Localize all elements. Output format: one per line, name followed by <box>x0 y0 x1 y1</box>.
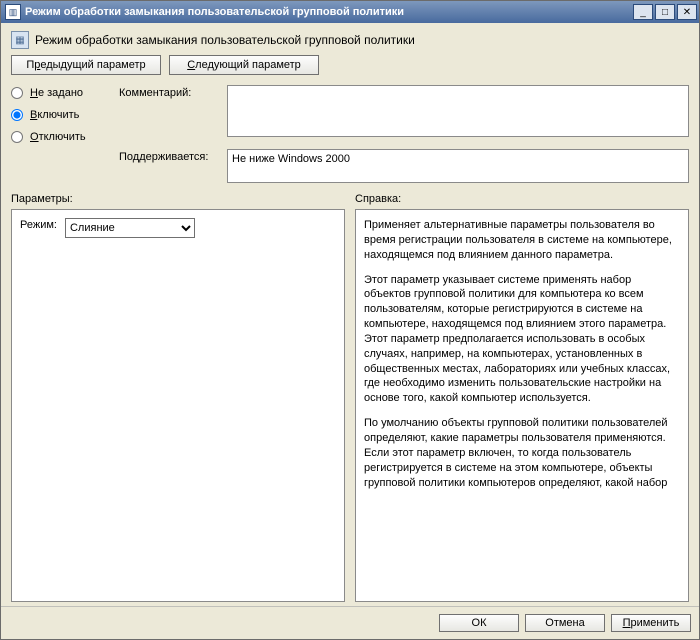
comment-textarea[interactable] <box>227 85 689 137</box>
nav-prev-post: едыдущий параметр <box>40 59 145 71</box>
radio-disabled[interactable]: Отключить <box>11 131 111 143</box>
radio-not-configured-label: Не задано <box>30 87 83 99</box>
apply-post: рименить <box>630 617 679 629</box>
mode-select[interactable]: Слияние <box>65 218 195 238</box>
options-label: Параметры: <box>11 193 345 205</box>
nav-next-post: ледующий параметр <box>195 59 301 71</box>
dialog-footer: ОК Отмена Применить <box>1 606 699 639</box>
dialog-body: ▦ Режим обработки замыкания пользователь… <box>1 23 699 606</box>
radio-disabled-label: Отключить <box>30 131 86 143</box>
nav-next-ul: С <box>187 59 195 71</box>
config-row-supported: Поддерживается: Не ниже Windows 2000 <box>11 149 689 183</box>
navigation-buttons: Предыдущий параметр Следующий параметр <box>11 55 689 75</box>
supported-text[interactable]: Не ниже Windows 2000 <box>227 149 689 183</box>
help-body[interactable]: Применяет альтернативные параметры польз… <box>355 209 689 602</box>
minimize-button[interactable]: _ <box>633 4 653 20</box>
radio-not-configured[interactable]: Не задано <box>11 87 111 99</box>
radio-not-configured-input[interactable] <box>11 87 23 99</box>
help-pane: Справка: Применяет альтернативные параме… <box>355 193 689 602</box>
previous-setting-button[interactable]: Предыдущий параметр <box>11 55 161 75</box>
maximize-button[interactable]: □ <box>655 4 675 20</box>
policy-heading: ▦ Режим обработки замыкания пользователь… <box>11 31 689 49</box>
next-setting-button[interactable]: Следующий параметр <box>169 55 319 75</box>
config-row-comment: Не задано Включить Отключить Комментарий… <box>11 85 689 143</box>
ok-button[interactable]: ОК <box>439 614 519 632</box>
close-button[interactable]: ✕ <box>677 4 697 20</box>
lower-panes: Параметры: Режим: Слияние Справка: Приме… <box>11 193 689 602</box>
radio-enabled[interactable]: Включить <box>11 109 111 121</box>
window-title: Режим обработки замыкания пользовательск… <box>25 6 631 18</box>
titlebar: ▥ Режим обработки замыкания пользователь… <box>1 1 699 23</box>
help-paragraph: По умолчанию объекты групповой политики … <box>364 416 680 490</box>
policy-dialog: ▥ Режим обработки замыкания пользователь… <box>0 0 700 640</box>
policy-heading-icon: ▦ <box>11 31 29 49</box>
policy-heading-text: Режим обработки замыкания пользовательск… <box>35 33 415 47</box>
supported-label: Поддерживается: <box>119 149 219 183</box>
radio-enabled-input[interactable] <box>11 109 23 121</box>
help-paragraph: Этот параметр указывает системе применят… <box>364 273 680 407</box>
radio-enabled-label: Включить <box>30 109 79 121</box>
help-label: Справка: <box>355 193 689 205</box>
policy-icon: ▥ <box>5 4 21 20</box>
cancel-button[interactable]: Отмена <box>525 614 605 632</box>
options-pane: Параметры: Режим: Слияние <box>11 193 345 602</box>
state-radio-group: Не задано Включить Отключить <box>11 85 111 143</box>
options-body: Режим: Слияние <box>11 209 345 602</box>
apply-button[interactable]: Применить <box>611 614 691 632</box>
radio-disabled-input[interactable] <box>11 131 23 143</box>
help-paragraph: Применяет альтернативные параметры польз… <box>364 218 680 263</box>
mode-label: Режим: <box>20 218 57 233</box>
comment-label: Комментарий: <box>119 85 219 143</box>
